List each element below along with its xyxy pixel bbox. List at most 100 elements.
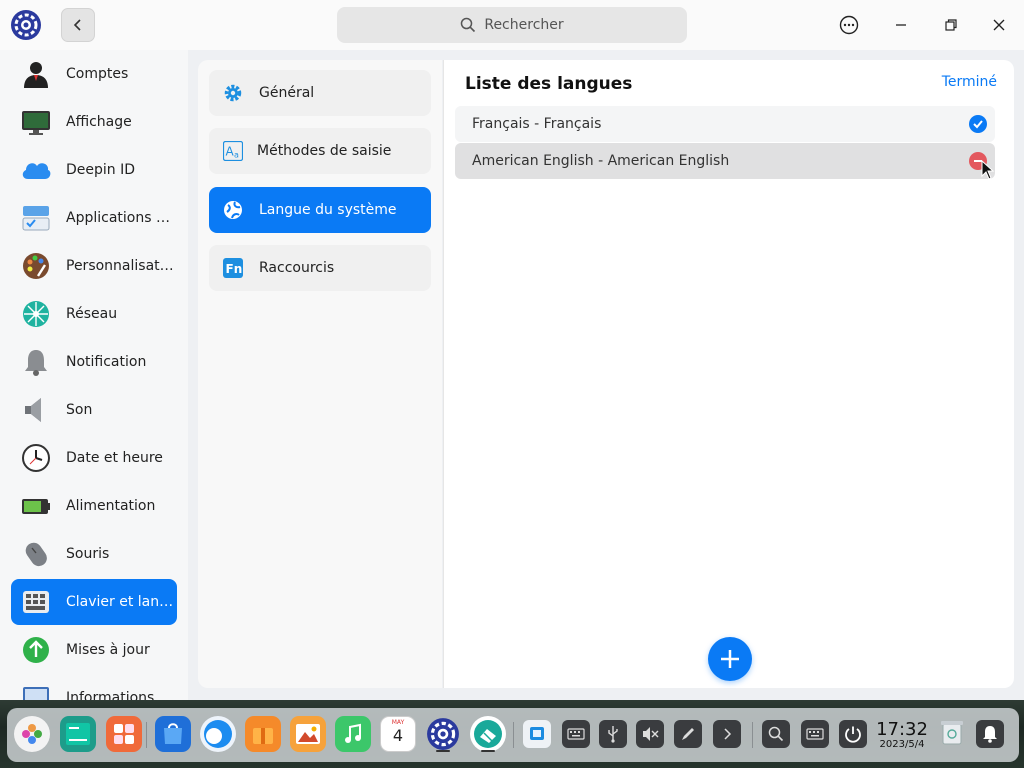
battery-icon (20, 490, 52, 522)
default-apps-icon (20, 202, 52, 234)
sidebar: Comptes Affichage Deepin ID Applications… (0, 50, 188, 700)
sidebar-item-informations[interactable]: Informations (11, 675, 177, 700)
clock[interactable]: 17:32 2023/5/4 (873, 720, 931, 751)
sidebar-item-label: Souris (66, 546, 110, 562)
sidebar-item-label: Alimentation (66, 498, 156, 514)
dock-separator (752, 722, 753, 748)
sidebar-item-label: Date et heure (66, 450, 163, 466)
restore-icon (945, 19, 957, 31)
back-button[interactable] (61, 8, 95, 42)
dock: MAY 4 17:32 2023/5/4 (0, 700, 1024, 768)
notification-tray-icon[interactable] (976, 720, 1004, 748)
gear-icon (223, 83, 243, 103)
maximize-button[interactable] (936, 10, 966, 40)
cloud-icon (20, 154, 52, 186)
app-store-icon[interactable] (106, 716, 142, 752)
submenu-item-input-methods[interactable]: Aa Méthodes de saisie (209, 128, 431, 174)
power-tray-icon[interactable] (839, 720, 867, 748)
minimize-icon (896, 24, 906, 26)
sidebar-item-alimentation[interactable]: Alimentation (11, 483, 177, 529)
submenu-item-system-language[interactable]: Langue du système (209, 187, 431, 233)
sidebar-item-son[interactable]: Son (11, 387, 177, 433)
monitor-icon (20, 106, 52, 138)
sidebar-item-clavier-langue[interactable]: Clavier et langue (11, 579, 177, 625)
language-label: American English - American English (472, 153, 730, 169)
submenu-item-label: Langue du système (259, 202, 397, 218)
search-input[interactable]: Rechercher (337, 7, 687, 43)
sidebar-item-label: Applications par défaut (66, 210, 174, 226)
sidebar-item-comptes[interactable]: Comptes (11, 51, 177, 97)
keyboard-icon (20, 586, 52, 618)
submenu-item-label: Raccourcis (259, 260, 335, 276)
sidebar-item-personnalisation[interactable]: Personnalisation (11, 243, 177, 289)
shortcut-icon: Fn (223, 258, 243, 278)
volume-muted-tray-icon[interactable] (636, 720, 664, 748)
calendar-icon[interactable]: MAY 4 (380, 716, 416, 752)
info-icon (20, 682, 52, 700)
terminal-icon[interactable] (60, 716, 96, 752)
settings-app-logo (10, 9, 42, 41)
mouse-cursor-icon (981, 160, 995, 180)
dock-separator (146, 722, 147, 748)
sidebar-item-affichage[interactable]: Affichage (11, 99, 177, 145)
launcher-icon[interactable] (14, 716, 50, 752)
network-icon (20, 298, 52, 330)
sidebar-item-notification[interactable]: Notification (11, 339, 177, 385)
mouse-icon (20, 538, 52, 570)
sidebar-item-label: Informations (66, 690, 155, 700)
done-button[interactable]: Terminé (942, 74, 997, 90)
remote-assist-icon[interactable] (470, 716, 506, 752)
keyboard-layout-tray-icon[interactable] (801, 720, 829, 748)
speaker-icon (20, 394, 52, 426)
running-indicator (436, 750, 450, 752)
sidebar-item-label: Son (66, 402, 93, 418)
browser-icon[interactable] (200, 716, 236, 752)
submenu-item-shortcuts[interactable]: Fn Raccourcis (209, 245, 431, 291)
search-placeholder: Rechercher (484, 17, 564, 33)
svg-text:a: a (234, 151, 239, 160)
update-icon (20, 634, 52, 666)
deepin-store-icon[interactable] (155, 716, 191, 752)
globe-icon (223, 200, 243, 220)
minimize-button[interactable] (886, 10, 916, 40)
language-row-american-english[interactable]: American English - American English (455, 143, 995, 180)
sidebar-item-date-heure[interactable]: Date et heure (11, 435, 177, 481)
sidebar-item-default-apps[interactable]: Applications par défaut (11, 195, 177, 241)
language-row-francais[interactable]: Français - Français (455, 106, 995, 142)
running-indicator (481, 750, 495, 752)
add-language-button[interactable] (708, 637, 752, 681)
menu-button[interactable] (834, 10, 864, 40)
sidebar-item-label: Mises à jour (66, 642, 150, 658)
pen-tray-icon[interactable] (674, 720, 702, 748)
sidebar-item-label: Réseau (66, 306, 118, 322)
settings-icon[interactable] (425, 716, 461, 752)
submenu-item-general[interactable]: Général (209, 70, 431, 116)
sidebar-item-label: Deepin ID (66, 162, 136, 178)
sidebar-item-label: Personnalisation (66, 258, 174, 274)
archive-icon[interactable] (245, 716, 281, 752)
sidebar-item-label: Clavier et langue (66, 594, 174, 610)
close-button[interactable] (984, 10, 1014, 40)
svg-text:Fn: Fn (226, 262, 243, 276)
screenshot-tray-icon[interactable] (523, 720, 551, 748)
trash-icon[interactable] (936, 716, 968, 748)
sidebar-item-label: Notification (66, 354, 147, 370)
language-list-panel: Liste des langues Terminé Français - Fra… (443, 60, 1014, 688)
submenu-panel: Général Aa Méthodes de saisie Langue du … (198, 60, 442, 688)
sidebar-item-reseau[interactable]: Réseau (11, 291, 177, 337)
title-bar: Rechercher (0, 0, 1024, 50)
calendar-day: 4 (392, 726, 404, 745)
plus-icon (721, 650, 739, 668)
sidebar-item-mises-a-jour[interactable]: Mises à jour (11, 627, 177, 673)
language-label: Français - Français (472, 116, 602, 132)
clock-time: 17:32 (876, 719, 928, 740)
music-icon[interactable] (335, 716, 371, 752)
chevron-right-tray-icon[interactable] (713, 720, 741, 748)
usb-tray-icon[interactable] (599, 720, 627, 748)
onscreen-keyboard-tray-icon[interactable] (562, 720, 590, 748)
search-tray-icon[interactable] (762, 720, 790, 748)
submenu-item-label: Général (259, 85, 315, 101)
image-viewer-icon[interactable] (290, 716, 326, 752)
sidebar-item-souris[interactable]: Souris (11, 531, 177, 577)
sidebar-item-deepin-id[interactable]: Deepin ID (11, 147, 177, 193)
